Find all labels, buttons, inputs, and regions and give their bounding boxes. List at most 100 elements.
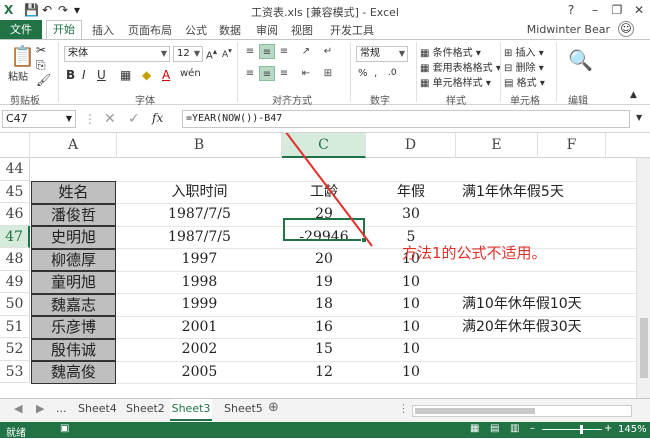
align-top-icon[interactable]: ≡ [242,44,258,59]
macro-record-icon[interactable]: ▣ [60,423,69,434]
phonetic-icon[interactable]: wén [180,68,201,79]
name-box[interactable]: C47 ▼ [2,110,76,128]
delete-cells-button[interactable]: ⊟ 删除 ▾ [504,59,544,74]
title-bar: X 💾 ↶ ↷ ▾ 工资表.xls [兼容模式] - Excel ? – ❐ ✕ [0,0,650,20]
horizontal-scrollbar[interactable] [412,405,632,417]
zoom-slider[interactable] [542,425,602,434]
table-format-button[interactable]: ▦ 套用表格格式 ▾ [420,59,501,74]
shrink-font-icon[interactable]: A▾ [222,46,232,60]
new-sheet-icon[interactable]: ⊕ [268,400,279,415]
close-button[interactable]: ✕ [628,1,650,19]
tab-developer[interactable]: 开发工具 [330,22,374,38]
restore-button[interactable]: ❐ [606,1,628,19]
split-handle-icon[interactable]: ⋮ [398,402,409,415]
name-box-value: C47 [6,112,28,125]
sheet-tab-sheet3[interactable]: Sheet3 [170,399,212,421]
zoom-out-icon[interactable]: – [530,423,535,434]
indent-icon[interactable]: ⇤ [298,66,314,81]
borders-icon[interactable]: ▦ [120,68,131,82]
tab-page-layout[interactable]: 页面布局 [128,22,172,38]
group-separator [237,42,238,102]
insert-cells-label: 插入 [515,48,536,59]
scroll-right-icon[interactable]: ▶ [36,402,44,415]
cut-icon[interactable]: ✂ [36,43,46,57]
worksheet-grid[interactable]: A B C D E F 44 45 姓名 入职时间 工龄 年假 满1年休年假5天 46 潘俊哲 1… [0,133,650,398]
copy-icon[interactable]: ⎘ [36,58,46,73]
italic-button[interactable]: I [82,68,86,82]
align-bottom-icon[interactable]: ≡ [276,44,292,59]
status-ready: 就绪 [6,428,26,439]
underline-button[interactable]: U [97,68,106,82]
tab-home[interactable]: 开始 [46,20,82,40]
number-format-combo[interactable]: 常规 ▼ [356,46,408,62]
insert-function-button[interactable]: fx [152,111,163,125]
increase-decimal-icon[interactable]: .0 [388,68,397,78]
font-color-icon[interactable]: A [162,68,170,82]
tab-formulas[interactable]: 公式 [185,22,207,38]
find-select-icon[interactable]: 🔍 [568,48,593,72]
chevron-down-icon: ▼ [160,49,167,58]
formula-bar: C47 ▼ ⋮ ✕ ✓ fx =YEAR(NOW())-B47 ▼ [0,105,650,133]
more-dots-icon: ⋮ [84,112,96,126]
orientation-icon[interactable]: ↗ [298,44,314,59]
align-left-icon[interactable]: ≡ [242,66,258,81]
enter-icon[interactable]: ✓ [128,111,140,127]
vertical-scrollbar[interactable] [636,158,650,398]
font-size-combo[interactable]: 12 ▼ [173,46,203,62]
formula-input[interactable]: =YEAR(NOW())-B47 [182,110,630,128]
align-middle-icon[interactable]: ≡ [259,44,275,59]
insert-cells-button[interactable]: ⊞ 插入 ▾ [504,44,544,59]
table-format-label: 套用表格格式 [432,63,493,74]
group-separator [556,42,557,102]
tab-review[interactable]: 审阅 [256,22,278,38]
status-bar: 就绪 ▣ ▦ ▤ ▥ – + 145% [0,422,650,439]
comma-style-icon[interactable]: , [374,68,377,79]
cancel-icon[interactable]: ✕ [104,111,116,127]
zoom-slider-thumb[interactable] [580,425,583,434]
percent-icon[interactable]: % [358,68,368,79]
tab-data[interactable]: 数据 [219,22,241,38]
feedback-smiley-icon[interactable]: ☺ [618,21,634,37]
cell-styles-button[interactable]: ▦ 单元格样式 ▾ [420,74,491,89]
tab-view[interactable]: 视图 [291,22,313,38]
collapse-ribbon-icon[interactable]: ▲ [630,90,637,100]
user-name[interactable]: Midwinter Bear [527,23,610,36]
zoom-in-icon[interactable]: + [604,423,612,434]
tab-file[interactable]: 文件 [0,20,42,39]
bold-button[interactable]: B [66,68,75,82]
align-right-icon[interactable]: ≡ [276,66,292,81]
paste-icon[interactable]: 📋 [10,44,35,68]
align-center-icon[interactable]: ≡ [259,66,275,81]
group-separator [500,42,501,102]
page-break-view-icon[interactable]: ▥ [510,423,519,434]
number-format-value: 常规 [360,48,380,59]
scroll-left-icon[interactable]: ◀ [14,402,22,415]
group-separator [58,42,59,102]
format-cells-button[interactable]: ▤ 格式 ▾ [504,74,545,89]
scrollbar-thumb[interactable] [640,318,648,378]
tab-insert[interactable]: 插入 [92,22,114,38]
help-button[interactable]: ? [560,1,582,19]
format-painter-icon[interactable]: 🖌 [36,73,51,87]
merge-center-icon[interactable]: ⊞ [320,66,336,81]
minimize-button[interactable]: – [584,1,606,19]
sheet-tab-sheet4[interactable]: Sheet4 [78,402,117,415]
sheet-tab-sheet2[interactable]: Sheet2 [126,402,165,415]
normal-view-icon[interactable]: ▦ [470,423,479,434]
ribbon-tabs: 文件 开始 插入 页面布局 公式 数据 审阅 视图 开发工具 Midwinter… [0,20,650,40]
scrollbar-thumb[interactable] [415,408,535,414]
expand-formula-icon[interactable]: ▼ [636,113,642,122]
zoom-level[interactable]: 145% [618,424,647,435]
sheet-tab-sheet5[interactable]: Sheet5 [224,402,263,415]
wrap-text-icon[interactable]: ↵ [320,44,336,59]
format-cells-label: 格式 [516,78,537,89]
grow-font-icon[interactable]: A▴ [206,46,217,61]
paste-label[interactable]: 粘贴 [8,68,28,83]
font-name-combo[interactable]: 宋体 ▼ [64,46,170,62]
fill-color-icon[interactable]: ◆ [142,68,151,82]
page-layout-view-icon[interactable]: ▤ [490,423,499,434]
delete-cells-label: 删除 [515,63,536,74]
more-sheets-button[interactable]: ... [56,402,67,415]
sheet-tab-bar: ◀ ▶ ... Sheet4 Sheet2 Sheet3 Sheet5 ⊕ ⋮ [0,398,650,422]
conditional-format-button[interactable]: ▦ 条件格式 ▾ [420,44,481,59]
